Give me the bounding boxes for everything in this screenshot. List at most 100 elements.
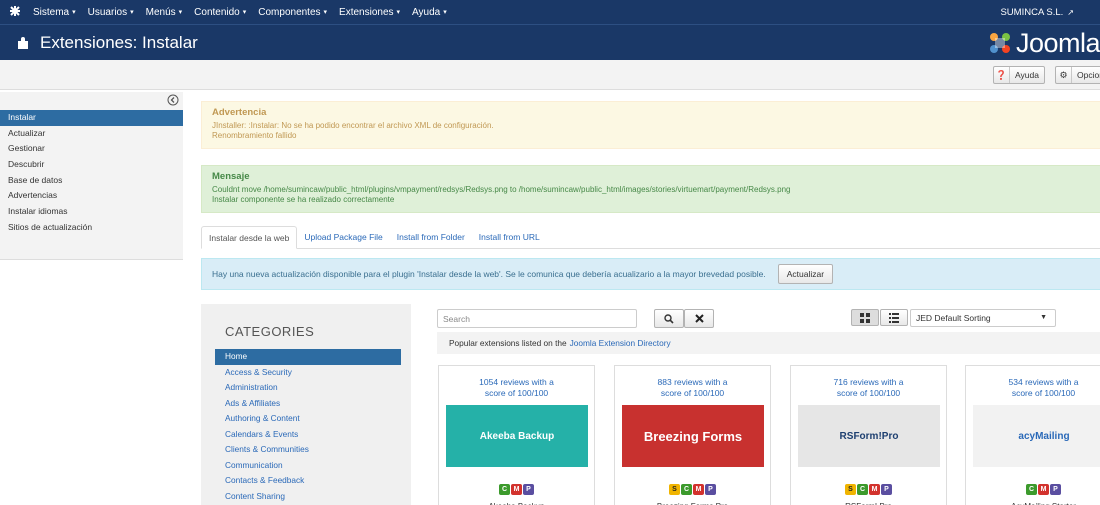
sidebar-item[interactable]: Instalar: [0, 110, 183, 126]
badge-p: P: [523, 484, 534, 495]
sidebar-item[interactable]: Sitios de actualización: [0, 220, 183, 236]
extension-banner-text: Breezing Forms: [643, 428, 743, 444]
category-item[interactable]: Contacts & Feedback: [215, 473, 401, 489]
caret-down-icon: ▾: [443, 9, 447, 16]
page-header: Extensiones: Instalar Joomla: [0, 24, 1100, 60]
categories-list: Home Access & Security Administration Ads &…: [215, 349, 401, 504]
puzzle-icon: [14, 34, 32, 52]
sidebar-item[interactable]: Descubrir: [0, 157, 183, 173]
menu-item-menús[interactable]: Menús ▾: [140, 0, 189, 24]
toolbar: ❓ Ayuda ⚙ Opciones: [0, 60, 1100, 90]
menu-item-ayuda[interactable]: Ayuda ▾: [406, 0, 453, 24]
menu-item-label: Usuarios: [87, 6, 128, 18]
extension-banner-text: acyMailing: [1018, 430, 1070, 442]
menu-item-componentes[interactable]: Componentes ▾: [252, 0, 333, 24]
clear-search-button[interactable]: [684, 309, 714, 328]
reviews-score: score of 100/100: [660, 388, 725, 398]
reviews-count: 534 reviews with a: [1008, 377, 1079, 387]
update-button[interactable]: Actualizar: [777, 264, 834, 284]
search-icon: [664, 313, 674, 324]
category-item[interactable]: Access & Security: [215, 365, 401, 381]
list-icon: [889, 312, 899, 323]
extension-reviews: 534 reviews with a score of 100/100: [966, 377, 1100, 399]
category-item[interactable]: Communication: [215, 458, 401, 474]
external-link-icon: ↗: [1067, 7, 1074, 17]
user-menu[interactable]: SUMINCA S.L. ↗: [1000, 0, 1074, 24]
badge-m: M: [1038, 484, 1049, 495]
search-input[interactable]: [437, 309, 637, 328]
extension-reviews: 1054 reviews with a score of 100/100: [439, 377, 594, 399]
reviews-score: score of 100/100: [484, 388, 549, 398]
extension-banner-image: RSForm!Pro: [798, 405, 940, 467]
reviews-score: score of 100/100: [836, 388, 901, 398]
extension-type-badges: SCMP: [791, 484, 946, 495]
sidebar-item[interactable]: Gestionar: [0, 141, 183, 157]
badge-c: C: [681, 484, 692, 495]
message-alert: Mensaje Couldnt move /home/sumincaw/publ…: [201, 165, 1100, 213]
help-button[interactable]: ❓ Ayuda: [993, 66, 1045, 84]
caret-down-icon: ▾: [323, 9, 328, 16]
reviews-score: score of 100/100: [1011, 388, 1076, 398]
category-item[interactable]: Calendars & Events: [215, 427, 401, 443]
grid-view-button[interactable]: [851, 309, 879, 326]
extension-card[interactable]: 1054 reviews with a score of 100/100 Akeeb…: [438, 365, 595, 505]
sidebar-item[interactable]: Advertencias: [0, 188, 183, 204]
badge-m: M: [511, 484, 522, 495]
category-item[interactable]: Administration: [215, 380, 401, 396]
warning-line: Renombramiento fallido: [212, 131, 297, 140]
tab[interactable]: Instalar desde la web: [201, 226, 298, 249]
search-button[interactable]: [654, 309, 684, 328]
menu-item-extensiones[interactable]: Extensiones ▾: [333, 0, 406, 24]
category-item[interactable]: Home: [215, 349, 401, 365]
install-tabs: Instalar desde la web Upload Package File…: [201, 226, 1100, 249]
tab[interactable]: Upload Package File: [297, 226, 389, 249]
extension-type-badges: CMP: [439, 484, 594, 495]
menu-item-usuarios[interactable]: Usuarios ▾: [82, 0, 140, 24]
tab[interactable]: Install from URL: [472, 226, 547, 249]
sidebar-item[interactable]: Actualizar: [0, 126, 183, 142]
badge-p: P: [881, 484, 892, 495]
category-item[interactable]: Content Sharing: [215, 489, 401, 505]
category-item[interactable]: Clients & Communities: [215, 442, 401, 458]
menu-item-label: Sistema: [33, 6, 70, 18]
message-line: Instalar componente se ha realizado corr…: [212, 195, 395, 204]
menu-item-label: Contenido: [194, 6, 240, 18]
close-icon: [694, 314, 704, 323]
sidebar-item[interactable]: Base de datos: [0, 173, 183, 189]
extension-banner-image: Breezing Forms: [622, 405, 764, 467]
sidebar: Instalar Actualizar Gestionar Descubrir Base…: [0, 92, 183, 260]
menu-item-sistema[interactable]: Sistema ▾: [27, 0, 82, 24]
jed-link[interactable]: Joomla Extension Directory: [570, 338, 671, 348]
badge-p: P: [705, 484, 716, 495]
collapse-sidebar-icon[interactable]: [167, 94, 179, 106]
sidebar-item[interactable]: Instalar idiomas: [0, 204, 183, 220]
question-icon: ❓: [994, 67, 1010, 83]
badge-s: S: [669, 484, 680, 495]
category-item[interactable]: Ads & Affiliates: [215, 396, 401, 412]
joomla-menu-icon[interactable]: [3, 5, 27, 20]
extension-card[interactable]: 534 reviews with a score of 100/100 acyMai…: [965, 365, 1100, 505]
categories-heading: CATEGORIES: [225, 324, 315, 339]
extension-card[interactable]: 883 reviews with a score of 100/100 Breezi…: [614, 365, 771, 505]
menu-item-contenido[interactable]: Contenido ▾: [188, 0, 252, 24]
warning-line: JInstaller: :Instalar: No se ha podido e…: [212, 121, 494, 130]
message-heading: Mensaje: [212, 171, 250, 182]
list-view-button[interactable]: [880, 309, 908, 326]
popular-text: Popular extensions listed on the: [449, 338, 567, 348]
extension-reviews: 716 reviews with a score of 100/100: [791, 377, 946, 399]
extension-reviews: 883 reviews with a score of 100/100: [615, 377, 770, 399]
joomla-logo: Joomla: [988, 28, 1100, 58]
joomla-logo-text: Joomla: [1015, 28, 1100, 58]
sort-select[interactable]: JED Default Sorting ▼: [910, 309, 1056, 327]
joomla-logo-icon: [989, 33, 1010, 53]
warning-alert: Advertencia JInstaller: :Instalar: No se…: [201, 101, 1100, 149]
category-item[interactable]: Authoring & Content: [215, 411, 401, 427]
reviews-count: 1054 reviews with a: [479, 377, 554, 387]
options-button[interactable]: ⚙ Opciones: [1055, 66, 1100, 84]
extension-card[interactable]: 716 reviews with a score of 100/100 RSForm…: [790, 365, 947, 505]
extension-banner-image: Akeeba Backup: [446, 405, 588, 467]
tab[interactable]: Install from Folder: [390, 226, 472, 249]
caret-down-icon: ▾: [242, 9, 247, 16]
top-menu-bar: Sistema ▾ Usuarios ▾ Menús ▾ Contenido ▾ Compone…: [0, 0, 1100, 24]
menu-item-label: Extensiones: [339, 6, 394, 18]
